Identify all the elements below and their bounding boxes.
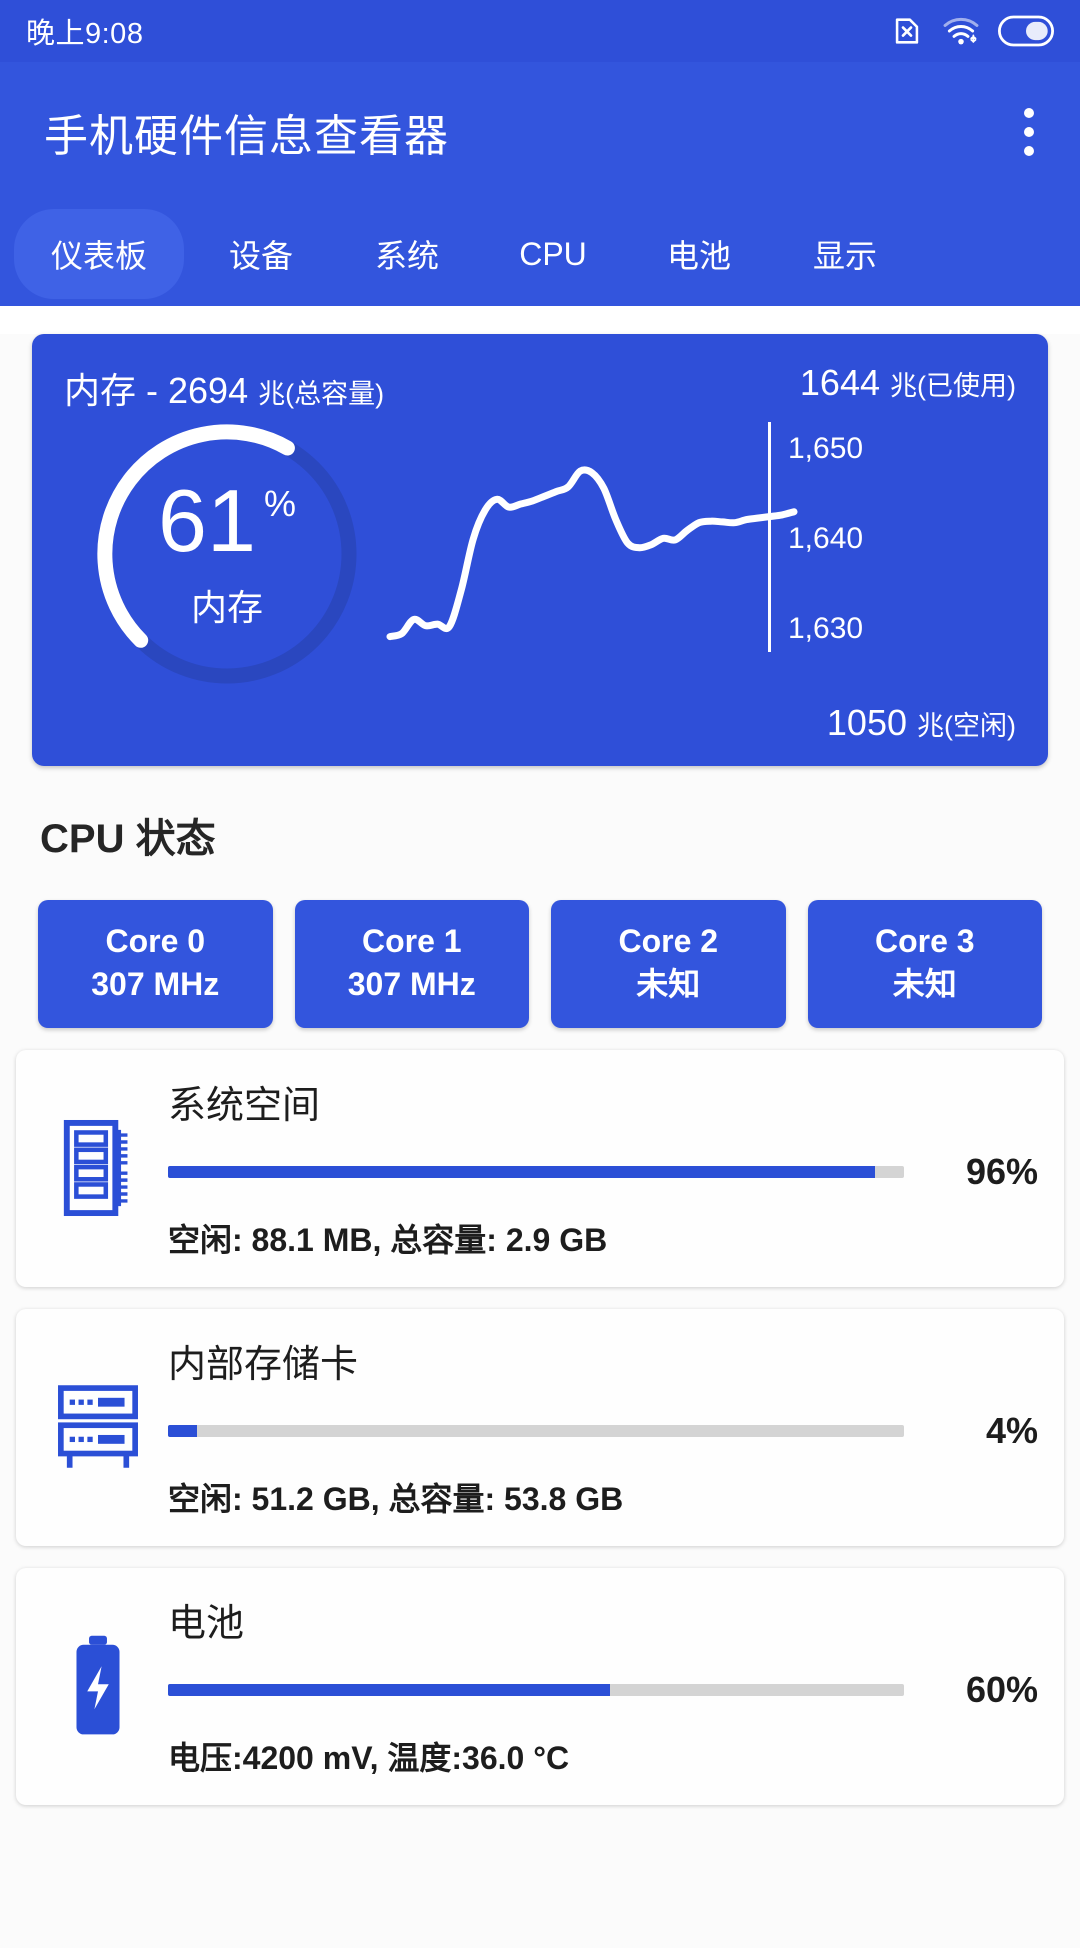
app-bar: 手机硬件信息查看器 [0, 62, 1080, 202]
tab-dashboard[interactable]: 仪表板 [14, 209, 184, 299]
progress-track [168, 1684, 904, 1697]
cpu-core-3-freq: 未知 [892, 966, 957, 1003]
progress-track [168, 1425, 904, 1438]
cpu-core-1-name: Core 1 [361, 923, 462, 959]
memory-percent: 61 [158, 471, 256, 570]
info-card-system-space[interactable]: 系统空间 96% 空闲: 88.1 MB, 总容量: 2.9 GB [16, 1050, 1064, 1288]
tab-device[interactable]: 设备 [192, 209, 330, 299]
cpu-core-2-name: Core 2 [618, 923, 719, 959]
info-card-body: 内部存储卡 4% 空闲: 51.2 GB, 总容量: 53.8 GB [154, 1333, 1038, 1520]
memory-gauge-value: 61 % 内存 [87, 414, 367, 694]
info-card-body: 电池 60% 电压:4200 mV, 温度:36.0 °C [154, 1592, 1038, 1779]
cpu-core-2-freq: 未知 [636, 966, 701, 1003]
cpu-core-0-name: Core 0 [105, 923, 206, 959]
info-card-title: 系统空间 [168, 1085, 321, 1128]
memory-total-value: 2694 [168, 370, 249, 411]
wifi-icon [942, 15, 980, 47]
y-tick-1650: 1,650 [788, 432, 864, 465]
info-card-subtitle: 空闲: 88.1 MB, 总容量: 2.9 GB [168, 1222, 608, 1259]
progress-fill [168, 1425, 198, 1438]
memory-total-unit: 兆(总容量) [258, 379, 385, 409]
info-card-subtitle: 电压:4200 mV, 温度:36.0 °C [168, 1740, 570, 1777]
cpu-section-title: CPU 状态 [40, 817, 216, 861]
progress-fill [168, 1684, 610, 1697]
kebab-dot [1024, 146, 1034, 156]
y-tick-1630: 1,630 [788, 612, 864, 645]
memory-used-value: 1644 [799, 362, 880, 403]
tab-system[interactable]: 系统 [338, 209, 476, 299]
dashboard-content: 内存 - 2694 兆(总容量) 1644 兆(已使用) 61 % 内存 1,6… [0, 334, 1080, 1948]
info-card-body: 系统空间 96% 空闲: 88.1 MB, 总容量: 2.9 GB [154, 1074, 1038, 1261]
cpu-core-3-name: Core 3 [874, 923, 975, 959]
chart-y-axis-labels: 1,650 1,640 1,630 [774, 422, 924, 672]
progress-fill [168, 1166, 875, 1179]
progress-row: 60% [168, 1669, 1038, 1711]
cpu-core-3[interactable]: Core 3 未知 [807, 900, 1042, 1029]
info-card-subtitle: 空闲: 51.2 GB, 总容量: 53.8 GB [168, 1481, 624, 1518]
memory-line-chart [382, 418, 802, 668]
tab-bar: 仪表板 设备 系统 CPU 电池 显示 [0, 202, 1080, 306]
cpu-core-0-freq: 307 MHz [91, 966, 220, 1003]
progress-row: 4% [168, 1410, 1038, 1452]
tab-display[interactable]: 显示 [776, 209, 914, 299]
status-bar-icons [890, 14, 1054, 48]
status-bar: 晚上9:08 [0, 0, 1080, 62]
y-tick-1640: 1,640 [788, 522, 864, 555]
progress-percent-label: 60% [965, 1669, 1038, 1711]
battery-charging-icon [42, 1634, 154, 1738]
progress-track [168, 1166, 904, 1179]
info-card-title: 内部存储卡 [168, 1344, 359, 1387]
memory-gauge-label: 内存 [190, 587, 263, 628]
status-bar-time: 晚上9:08 [26, 18, 144, 50]
sim-x-icon [890, 14, 924, 48]
chart-y-axis-line [768, 422, 771, 652]
cpu-core-1[interactable]: Core 1 307 MHz [294, 900, 529, 1029]
info-card-internal-storage[interactable]: 内部存储卡 4% 空闲: 51.2 GB, 总容量: 53.8 GB [16, 1309, 1064, 1547]
kebab-dot [1024, 108, 1034, 118]
cpu-core-1-freq: 307 MHz [347, 966, 476, 1003]
cpu-core-2[interactable]: Core 2 未知 [551, 900, 786, 1029]
memory-used: 1644 兆(已使用) [800, 362, 1016, 414]
storage-server-icon [42, 1379, 154, 1475]
memory-used-unit: 兆(已使用) [890, 371, 1016, 401]
memory-free: 1050 兆(空闲) [827, 702, 1016, 744]
progress-percent-label: 4% [985, 1410, 1038, 1452]
progress-row: 96% [168, 1151, 1038, 1193]
memory-total: 内存 - 2694 兆(总容量) [64, 362, 384, 414]
kebab-dot [1024, 127, 1034, 137]
memory-free-unit: 兆(空闲) [917, 711, 1016, 741]
info-card-title: 电池 [168, 1603, 245, 1646]
memory-free-value: 1050 [826, 702, 907, 743]
tab-cpu[interactable]: CPU [484, 214, 622, 295]
memory-percent-sign: % [263, 483, 296, 524]
progress-percent-label: 96% [965, 1151, 1038, 1193]
cpu-core-list: Core 0 307 MHz Core 1 307 MHz Core 2 未知 … [38, 900, 1042, 1029]
page-title: 手机硬件信息查看器 [44, 112, 449, 161]
kebab-menu-icon[interactable] [1022, 108, 1036, 156]
battery-icon [998, 15, 1054, 47]
memory-total-prefix: 内存 - [64, 370, 168, 411]
memory-card: 内存 - 2694 兆(总容量) 1644 兆(已使用) 61 % 内存 1,6… [32, 334, 1048, 766]
info-card-battery[interactable]: 电池 60% 电压:4200 mV, 温度:36.0 °C [16, 1568, 1064, 1806]
cpu-core-0[interactable]: Core 0 307 MHz [38, 900, 273, 1029]
tab-battery[interactable]: 电池 [630, 209, 768, 299]
memory-card-header: 内存 - 2694 兆(总容量) 1644 兆(已使用) [32, 334, 1048, 414]
ram-stick-icon [42, 1116, 154, 1220]
